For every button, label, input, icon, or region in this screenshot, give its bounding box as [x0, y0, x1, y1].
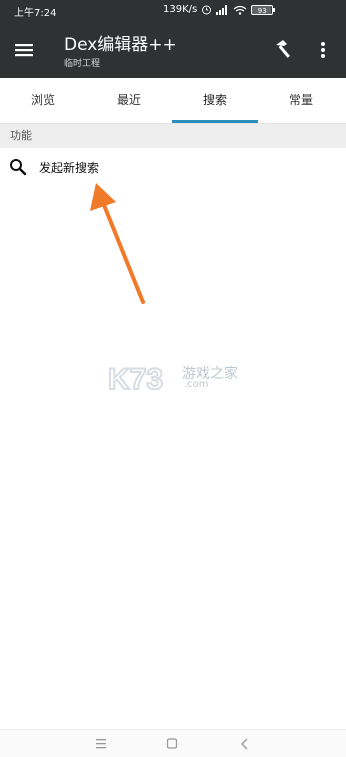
- section-header: 功能: [0, 124, 346, 148]
- hammer-icon[interactable]: [270, 37, 296, 63]
- status-time: 上午7:24: [14, 8, 57, 19]
- app-bar: Dex编辑器++ 临时工程: [0, 22, 346, 78]
- tab-search[interactable]: 搜索: [172, 78, 258, 123]
- new-search-label: 发起新搜索: [39, 161, 100, 175]
- battery-level: 93: [257, 6, 267, 15]
- alarm-icon: [202, 5, 212, 15]
- tab-bar: 浏览 最近 搜索 常量: [0, 78, 346, 124]
- system-nav-bar: [0, 729, 346, 757]
- new-search-item[interactable]: 发起新搜索: [0, 150, 346, 184]
- wifi-icon: [233, 5, 247, 15]
- svg-text:K73: K73: [108, 363, 163, 394]
- net-speed: 139K/s: [163, 4, 198, 15]
- status-indicators: 139K/s 93: [163, 4, 276, 15]
- menu-lines-icon[interactable]: [92, 736, 110, 752]
- search-icon: [10, 159, 27, 176]
- app-subtitle: 临时工程: [64, 59, 101, 69]
- menu-icon[interactable]: [10, 36, 38, 64]
- active-tab-indicator: [172, 120, 258, 123]
- tab-recent[interactable]: 最近: [86, 78, 172, 123]
- battery-icon: 93: [251, 4, 276, 15]
- tab-browse[interactable]: 浏览: [0, 78, 86, 123]
- app-title: Dex编辑器++: [64, 35, 177, 55]
- status-bar: 上午7:24 139K/s 93: [0, 0, 346, 22]
- watermark-sub: .com: [184, 379, 209, 390]
- signal-icon: [216, 4, 228, 15]
- back-chevron-icon[interactable]: [236, 736, 254, 752]
- tab-constants[interactable]: 常量: [258, 78, 344, 123]
- more-vert-icon[interactable]: [313, 37, 333, 63]
- home-square-icon[interactable]: [163, 736, 181, 752]
